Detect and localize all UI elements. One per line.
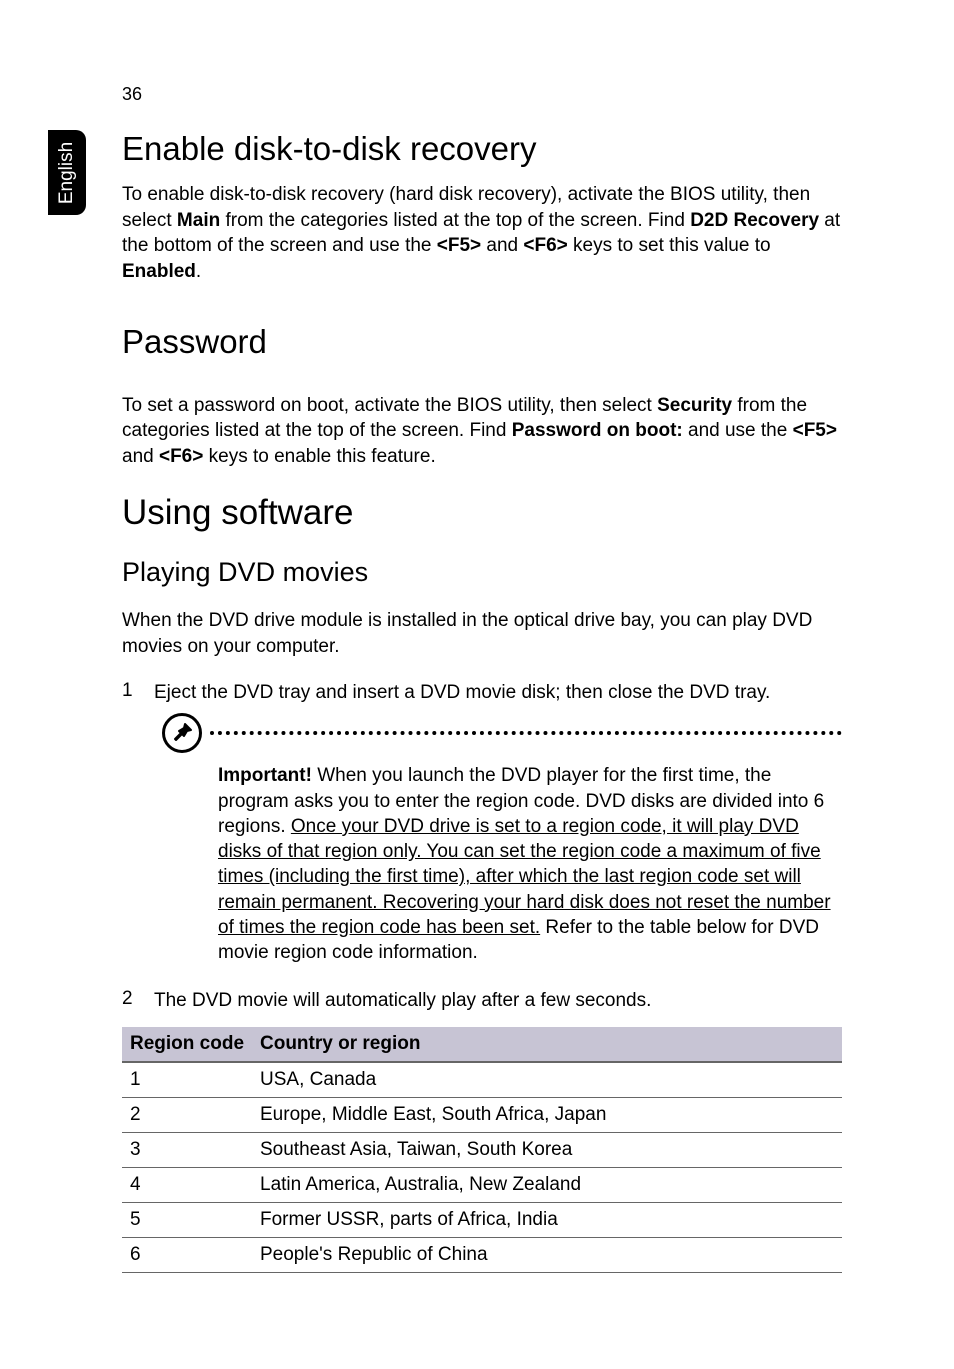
heading-playing-dvd: Playing DVD movies xyxy=(122,557,842,588)
page-content: Enable disk-to-disk recovery To enable d… xyxy=(122,130,842,1273)
cell-region: Former USSR, parts of Africa, India xyxy=(252,1203,842,1238)
cell-region: Europe, Middle East, South Africa, Japan xyxy=(252,1098,842,1133)
text: To set a password on boot, activate the … xyxy=(122,395,657,416)
text-bold: Password on boot: xyxy=(512,420,683,441)
step-text: The DVD movie will automatically play af… xyxy=(154,988,651,1014)
heading-enable-recovery: Enable disk-to-disk recovery xyxy=(122,130,842,168)
cell-region: Southeast Asia, Taiwan, South Korea xyxy=(252,1133,842,1168)
step-number: 1 xyxy=(122,680,154,706)
para-dvd-intro: When the DVD drive module is installed i… xyxy=(122,608,842,659)
heading-password: Password xyxy=(122,323,842,361)
para-enable-recovery: To enable disk-to-disk recovery (hard di… xyxy=(122,182,842,285)
cell-region: People's Republic of China xyxy=(252,1238,842,1273)
col-country-region: Country or region xyxy=(252,1027,842,1062)
cell-code: 3 xyxy=(122,1133,252,1168)
note-body: Important! When you launch the DVD playe… xyxy=(218,763,842,965)
text-bold: D2D Recovery xyxy=(690,210,819,231)
cell-region: Latin America, Australia, New Zealand xyxy=(252,1168,842,1203)
heading-using-software: Using software xyxy=(122,493,842,533)
text-bold: Main xyxy=(177,210,220,231)
pushpin-icon xyxy=(162,713,202,753)
text: keys to set this value to xyxy=(568,235,771,256)
note-divider xyxy=(210,731,842,735)
text: . xyxy=(196,261,201,282)
table-row: 2 Europe, Middle East, South Africa, Jap… xyxy=(122,1098,842,1133)
table-row: 5 Former USSR, parts of Africa, India xyxy=(122,1203,842,1238)
step-number: 2 xyxy=(122,988,154,1014)
language-label: English xyxy=(56,141,78,203)
step-1: 1 Eject the DVD tray and insert a DVD mo… xyxy=(122,680,842,706)
text-bold: <F6> xyxy=(159,446,203,467)
text: from the categories listed at the top of… xyxy=(220,210,690,231)
text-bold: Security xyxy=(657,395,732,416)
note-important-label: Important! xyxy=(218,765,312,786)
text-bold: <F6> xyxy=(523,235,567,256)
cell-code: 5 xyxy=(122,1203,252,1238)
text: keys to enable this feature. xyxy=(203,446,435,467)
table-row: 4 Latin America, Australia, New Zealand xyxy=(122,1168,842,1203)
cell-code: 2 xyxy=(122,1098,252,1133)
text: and xyxy=(481,235,523,256)
table-row: 3 Southeast Asia, Taiwan, South Korea xyxy=(122,1133,842,1168)
para-password: To set a password on boot, activate the … xyxy=(122,393,842,470)
cell-region: USA, Canada xyxy=(252,1062,842,1098)
text-bold: Enabled xyxy=(122,261,196,282)
table-row: 1 USA, Canada xyxy=(122,1062,842,1098)
cell-code: 1 xyxy=(122,1062,252,1098)
table-header-row: Region code Country or region xyxy=(122,1027,842,1062)
step-2: 2 The DVD movie will automatically play … xyxy=(122,988,842,1014)
language-tab: English xyxy=(48,130,86,215)
important-note: Important! When you launch the DVD playe… xyxy=(162,713,842,965)
note-header-row xyxy=(162,713,842,753)
region-code-table: Region code Country or region 1 USA, Can… xyxy=(122,1027,842,1273)
text-bold: <F5> xyxy=(793,420,837,441)
page-number: 36 xyxy=(122,84,142,105)
col-region-code: Region code xyxy=(122,1027,252,1062)
table-row: 6 People's Republic of China xyxy=(122,1238,842,1273)
text-bold: <F5> xyxy=(437,235,481,256)
cell-code: 4 xyxy=(122,1168,252,1203)
text: and use the xyxy=(683,420,793,441)
text: and xyxy=(122,446,159,467)
step-text: Eject the DVD tray and insert a DVD movi… xyxy=(154,680,770,706)
cell-code: 6 xyxy=(122,1238,252,1273)
